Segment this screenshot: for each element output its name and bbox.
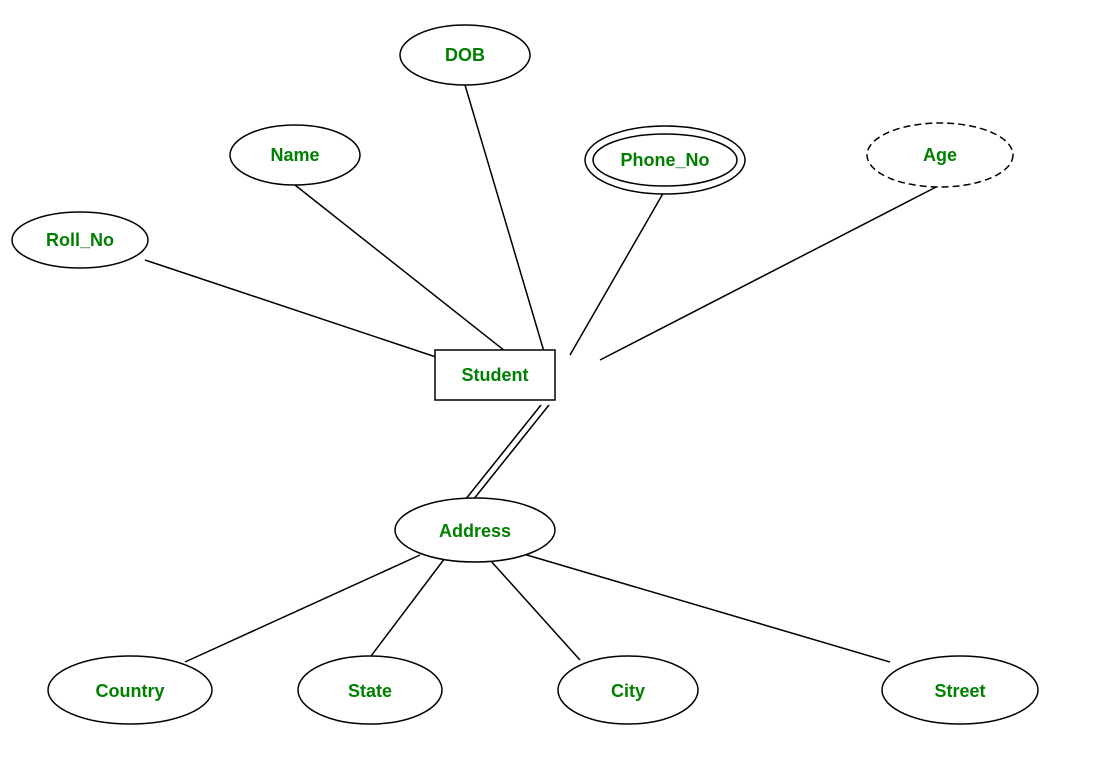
name-label: Name: [270, 145, 319, 165]
street-label: Street: [934, 681, 985, 701]
state-label: State: [348, 681, 392, 701]
address-label: Address: [439, 521, 511, 541]
dob-label: DOB: [445, 45, 485, 65]
student-label: Student: [462, 365, 529, 385]
er-diagram: DOB Name Roll_No Phone_No Age Student Ad…: [0, 0, 1112, 753]
age-label: Age: [923, 145, 957, 165]
city-label: City: [611, 681, 645, 701]
phoneno-label: Phone_No: [620, 150, 709, 170]
country-label: Country: [96, 681, 165, 701]
rollno-label: Roll_No: [46, 230, 114, 250]
